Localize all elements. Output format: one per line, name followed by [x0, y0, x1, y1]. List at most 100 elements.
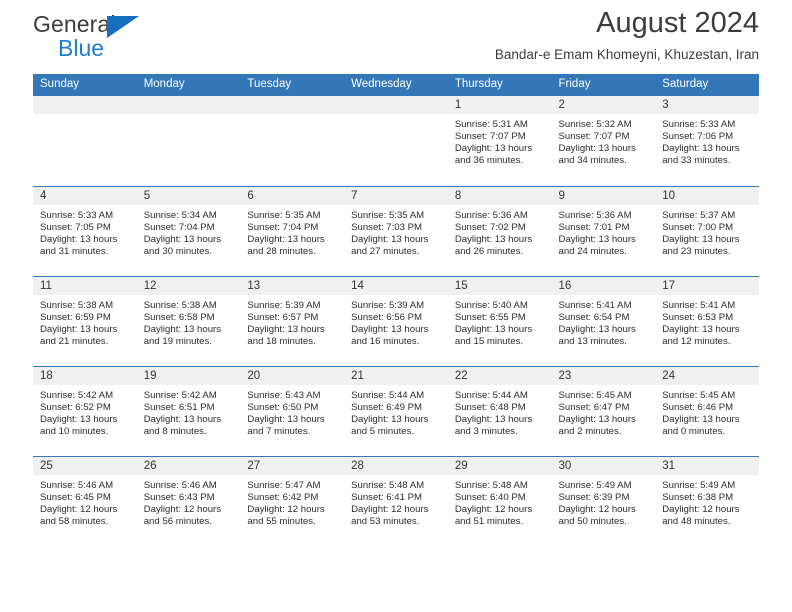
day-number: 6 [240, 186, 345, 205]
calendar-day-cell[interactable]: 7 Sunrise: 5:35 AM Sunset: 7:03 PM Daylight… [344, 185, 448, 276]
calendar-day-cell[interactable]: 20 Sunrise: 5:43 AM Sunset: 6:50 PM Dayligh… [240, 365, 345, 456]
calendar-day-cell[interactable]: 12 Sunrise: 5:38 AM Sunset: 6:58 PM Dayligh… [136, 275, 241, 366]
daylight-duration-line2: and 5 minutes. [351, 425, 415, 437]
calendar-day-cell[interactable]: 22 Sunrise: 5:44 AM Sunset: 6:48 PM Dayligh… [447, 365, 552, 456]
calendar-day-cell[interactable]: 11 Sunrise: 5:38 AM Sunset: 6:59 PM Dayligh… [33, 275, 137, 366]
weekday-header-thursday: Thursday [447, 74, 552, 96]
day-number: 20 [240, 366, 345, 385]
calendar-day-cell[interactable]: 25 Sunrise: 5:46 AM Sunset: 6:45 PM Dayligh… [33, 455, 137, 546]
sunrise-time: Sunrise: 5:35 AM [247, 209, 321, 221]
sunset-time: Sunset: 6:38 PM [662, 491, 734, 503]
daylight-duration-line1: Daylight: 13 hours [558, 143, 636, 155]
daylight-duration-line1: Daylight: 13 hours [662, 233, 740, 245]
sunset-time: Sunset: 6:48 PM [454, 401, 526, 413]
day-details: Sunrise: 5:44 AM Sunset: 6:49 PM Daylight:… [344, 385, 448, 438]
sunrise-time: Sunrise: 5:36 AM [454, 209, 528, 221]
general-blue-logo[interactable]: General Blue [33, 13, 163, 65]
sunrise-time: Sunrise: 5:47 AM [247, 479, 321, 491]
day-details: Sunrise: 5:38 AM Sunset: 6:59 PM Daylight:… [33, 295, 137, 348]
daylight-duration-line2: and 36 minutes. [454, 155, 524, 167]
day-details: Sunrise: 5:49 AM Sunset: 6:38 PM Daylight:… [655, 475, 759, 528]
calendar-day-cell[interactable]: 13 Sunrise: 5:39 AM Sunset: 6:57 PM Dayligh… [240, 275, 345, 366]
daylight-duration-line1: Daylight: 13 hours [454, 233, 533, 245]
sunset-time: Sunset: 7:00 PM [662, 221, 734, 233]
calendar-day-cell[interactable]: 30 Sunrise: 5:49 AM Sunset: 6:39 PM Dayligh… [551, 455, 656, 546]
weekday-header-wednesday: Wednesday [344, 74, 448, 96]
day-number [240, 96, 345, 114]
day-details: Sunrise: 5:47 AM Sunset: 6:42 PM Daylight:… [240, 475, 344, 528]
day-details: Sunrise: 5:42 AM Sunset: 6:51 PM Daylight:… [137, 385, 241, 438]
calendar-day-cell[interactable]: 19 Sunrise: 5:42 AM Sunset: 6:51 PM Dayligh… [136, 365, 241, 456]
daylight-duration-line2: and 7 minutes. [247, 425, 311, 437]
daylight-duration-line2: and 27 minutes. [351, 245, 420, 257]
calendar-day-cell[interactable]: 17 Sunrise: 5:41 AM Sunset: 6:53 PM Dayligh… [655, 275, 759, 366]
day-number: 1 [447, 96, 552, 114]
daylight-duration-line1: Daylight: 12 hours [247, 503, 325, 515]
daylight-duration-line2: and 48 minutes. [662, 515, 731, 527]
calendar-day-cell[interactable]: 9 Sunrise: 5:36 AM Sunset: 7:01 PM Daylight… [551, 185, 656, 276]
day-number: 15 [447, 276, 552, 295]
daylight-duration-line1: Daylight: 13 hours [40, 233, 118, 245]
daylight-duration-line2: and 30 minutes. [143, 245, 212, 257]
calendar-day-cell-empty [344, 96, 448, 186]
daylight-duration-line1: Daylight: 12 hours [558, 503, 636, 515]
calendar-day-cell[interactable]: 8 Sunrise: 5:36 AM Sunset: 7:02 PM Daylight… [447, 185, 552, 276]
calendar-day-cell[interactable]: 6 Sunrise: 5:35 AM Sunset: 7:04 PM Daylight… [240, 185, 345, 276]
calendar-body: 1 Sunrise: 5:31 AM Sunset: 7:07 PM Daylight… [33, 96, 759, 546]
daylight-duration-line1: Daylight: 13 hours [247, 233, 325, 245]
daylight-duration-line1: Daylight: 13 hours [558, 413, 636, 425]
sunset-time: Sunset: 7:04 PM [143, 221, 215, 233]
calendar-day-cell[interactable]: 28 Sunrise: 5:48 AM Sunset: 6:41 PM Dayligh… [344, 455, 448, 546]
day-number: 19 [136, 366, 241, 385]
daylight-duration-line1: Daylight: 13 hours [351, 413, 429, 425]
sunrise-time: Sunrise: 5:35 AM [351, 209, 425, 221]
sunset-time: Sunset: 6:46 PM [662, 401, 734, 413]
daylight-duration-line2: and 53 minutes. [351, 515, 420, 527]
day-number: 10 [655, 186, 759, 205]
daylight-duration-line2: and 8 minutes. [143, 425, 207, 437]
calendar-day-cell[interactable]: 29 Sunrise: 5:48 AM Sunset: 6:40 PM Dayligh… [447, 455, 552, 546]
sunset-time: Sunset: 7:01 PM [558, 221, 630, 233]
day-number: 5 [136, 186, 241, 205]
sunrise-time: Sunrise: 5:45 AM [662, 389, 736, 401]
daylight-duration-line1: Daylight: 13 hours [351, 233, 429, 245]
calendar-day-cell[interactable]: 5 Sunrise: 5:34 AM Sunset: 7:04 PM Daylight… [136, 185, 241, 276]
sunset-time: Sunset: 6:54 PM [558, 311, 630, 323]
calendar-day-cell[interactable]: 21 Sunrise: 5:44 AM Sunset: 6:49 PM Dayligh… [344, 365, 448, 456]
sunrise-time: Sunrise: 5:48 AM [454, 479, 528, 491]
calendar-day-cell[interactable]: 15 Sunrise: 5:40 AM Sunset: 6:55 PM Dayligh… [447, 275, 552, 366]
daylight-duration-line2: and 31 minutes. [40, 245, 109, 257]
daylight-duration-line1: Daylight: 12 hours [40, 503, 118, 515]
sunset-time: Sunset: 7:07 PM [454, 131, 526, 143]
calendar-day-cell[interactable]: 2 Sunrise: 5:32 AM Sunset: 7:07 PM Daylight… [551, 96, 656, 186]
sunset-time: Sunset: 6:45 PM [40, 491, 111, 503]
calendar-day-cell[interactable]: 4 Sunrise: 5:33 AM Sunset: 7:05 PM Daylight… [33, 185, 137, 276]
sunset-time: Sunset: 6:57 PM [247, 311, 319, 323]
day-number: 7 [344, 186, 448, 205]
calendar-day-cell[interactable]: 18 Sunrise: 5:42 AM Sunset: 6:52 PM Dayligh… [33, 365, 137, 456]
daylight-duration-line1: Daylight: 12 hours [351, 503, 429, 515]
calendar-day-cell[interactable]: 10 Sunrise: 5:37 AM Sunset: 7:00 PM Dayligh… [655, 185, 759, 276]
day-number: 17 [655, 276, 759, 295]
weekday-header-row: Sunday Monday Tuesday Wednesday Thursday… [33, 74, 759, 96]
calendar-day-cell[interactable]: 23 Sunrise: 5:45 AM Sunset: 6:47 PM Dayligh… [551, 365, 656, 456]
sunrise-time: Sunrise: 5:43 AM [247, 389, 321, 401]
calendar-day-cell[interactable]: 24 Sunrise: 5:45 AM Sunset: 6:46 PM Dayligh… [655, 365, 759, 456]
sunrise-sunset-calendar: Sunday Monday Tuesday Wednesday Thursday… [33, 74, 759, 546]
calendar-day-cell[interactable]: 1 Sunrise: 5:31 AM Sunset: 7:07 PM Daylight… [447, 96, 552, 186]
calendar-day-cell[interactable]: 3 Sunrise: 5:33 AM Sunset: 7:06 PM Daylight… [655, 96, 759, 186]
day-details: Sunrise: 5:45 AM Sunset: 6:47 PM Daylight:… [552, 385, 656, 438]
daylight-duration-line2: and 2 minutes. [558, 425, 622, 437]
weekday-header-monday: Monday [136, 74, 241, 96]
calendar-day-cell[interactable]: 27 Sunrise: 5:47 AM Sunset: 6:42 PM Dayligh… [240, 455, 345, 546]
calendar-day-cell[interactable]: 14 Sunrise: 5:39 AM Sunset: 6:56 PM Dayligh… [344, 275, 448, 366]
day-details: Sunrise: 5:42 AM Sunset: 6:52 PM Daylight:… [33, 385, 137, 438]
day-number: 24 [655, 366, 759, 385]
calendar-day-cell[interactable]: 16 Sunrise: 5:41 AM Sunset: 6:54 PM Dayligh… [551, 275, 656, 366]
daylight-duration-line2: and 51 minutes. [454, 515, 524, 527]
calendar-day-cell[interactable]: 31 Sunrise: 5:49 AM Sunset: 6:38 PM Dayligh… [655, 455, 759, 546]
calendar-day-cell[interactable]: 26 Sunrise: 5:46 AM Sunset: 6:43 PM Dayligh… [136, 455, 241, 546]
sunrise-time: Sunrise: 5:49 AM [558, 479, 632, 491]
sunrise-time: Sunrise: 5:39 AM [351, 299, 425, 311]
daylight-duration-line2: and 23 minutes. [662, 245, 731, 257]
